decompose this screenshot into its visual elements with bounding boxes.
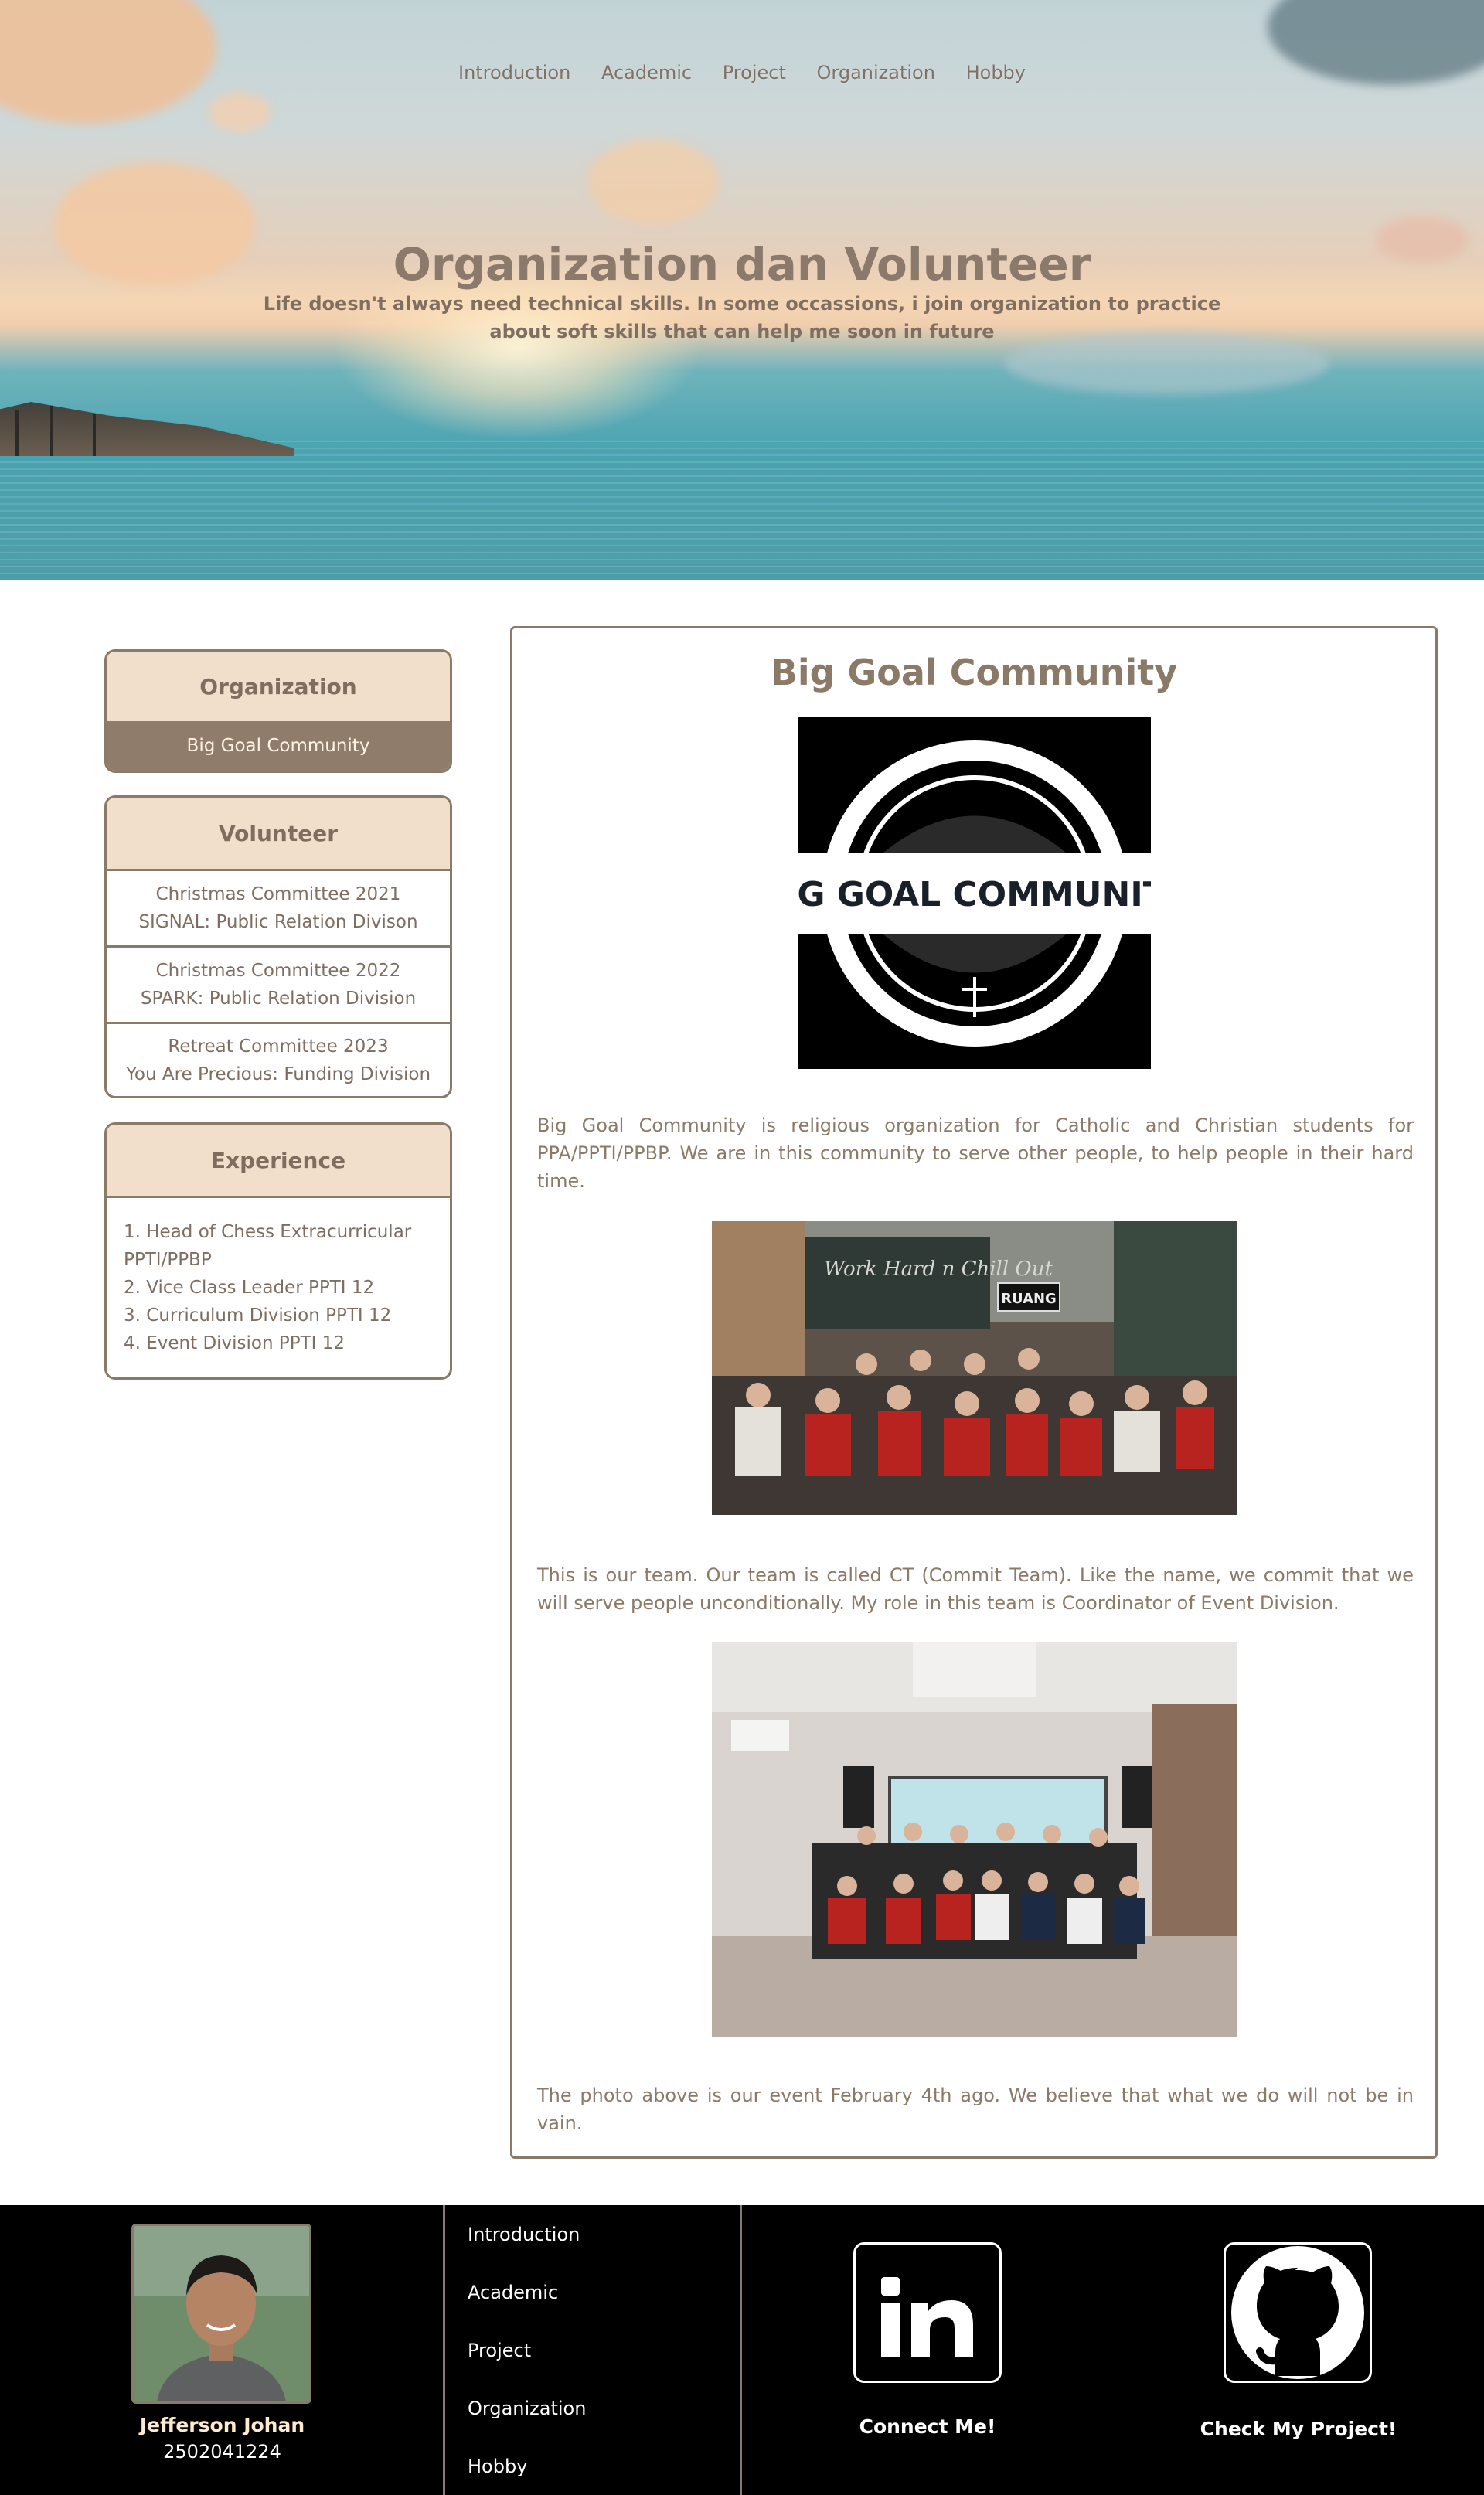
article-title: Big Goal Community	[770, 652, 1178, 693]
footer-name: Jefferson Johan	[139, 2414, 305, 2436]
divider	[443, 2205, 445, 2495]
logo-text: BIG GOAL COMMUNITY	[798, 875, 1151, 914]
volunteer-heading: Volunteer	[107, 798, 450, 869]
footer: Jefferson Johan 2502041224 Introduction …	[0, 2205, 1484, 2495]
github-icon	[1231, 2246, 1364, 2379]
item-division: SPARK: Public Relation Division	[140, 989, 417, 1009]
github-button[interactable]	[1224, 2242, 1372, 2383]
cloud	[587, 139, 719, 224]
island-shore	[0, 402, 294, 456]
footer-nav-organization[interactable]: Organization	[468, 2395, 586, 2452]
experience-list: 1. Head of Chess Extracurricular PPTI/PP…	[107, 1196, 450, 1377]
organization-card: Organization Big Goal Community	[104, 649, 452, 773]
page-subtitle: Life doesn't always need technical skill…	[263, 293, 1221, 342]
footer-student-id: 2502041224	[163, 2441, 281, 2463]
list-item: 2. Vice Class Leader PPTI 12	[124, 1278, 375, 1298]
footer-nav-academic[interactable]: Academic	[468, 2279, 586, 2337]
nav-organization[interactable]: Organization	[817, 62, 935, 83]
cloud	[209, 93, 271, 131]
paragraph-intro: Big Goal Community is religious organiza…	[537, 1115, 1414, 1192]
nav-academic[interactable]: Academic	[601, 62, 692, 83]
sidebar-item-retreat-2023[interactable]: Retreat Committee 2023 You Are Precious:…	[107, 1022, 450, 1096]
divider	[740, 2205, 742, 2495]
github-label[interactable]: Check My Project!	[1183, 2418, 1414, 2440]
item-title: Christmas Committee 2022	[155, 961, 401, 981]
footer-nav-introduction[interactable]: Introduction	[468, 2221, 586, 2279]
sign-text: Work Hard n Chill Out	[824, 1258, 1053, 1281]
top-nav: Introduction Academic Project Organizati…	[0, 62, 1484, 83]
item-division: You Are Precious: Funding Division	[125, 1064, 431, 1084]
team-photo: Work Hard n Chill Out RUANG	[712, 1221, 1237, 1515]
paragraph-event: The photo above is our event February 4t…	[537, 2085, 1414, 2134]
linkedin-button[interactable]	[853, 2242, 1002, 2383]
list-item: 4. Event Division PPTI 12	[124, 1333, 345, 1353]
paragraph-team: This is our team. Our team is called CT …	[537, 1564, 1414, 1614]
linkedin-icon	[881, 2277, 973, 2357]
footer-nav: Introduction Academic Project Organizati…	[468, 2221, 586, 2495]
avatar	[131, 2224, 311, 2404]
sidebar-item-christmas-2022[interactable]: Christmas Committee 2022 SPARK: Public R…	[107, 945, 450, 1022]
sidebar-item-big-goal-community[interactable]: Big Goal Community	[107, 721, 450, 771]
volunteer-card: Volunteer Christmas Committee 2021 SIGNA…	[104, 795, 452, 1098]
nav-project[interactable]: Project	[723, 62, 786, 83]
page-title: Organization dan Volunteer	[393, 238, 1091, 291]
item-division: SIGNAL: Public Relation Divison	[138, 912, 418, 932]
sea-waves	[0, 441, 1484, 580]
sidebar-item-christmas-2021[interactable]: Christmas Committee 2021 SIGNAL: Public …	[107, 869, 450, 945]
hero-banner: Introduction Academic Project Organizati…	[0, 0, 1484, 580]
list-item: 3. Curriculum Division PPTI 12	[124, 1305, 392, 1326]
event-photo	[712, 1642, 1237, 2037]
nav-introduction[interactable]: Introduction	[458, 62, 570, 83]
nav-hobby[interactable]: Hobby	[966, 62, 1026, 83]
article-panel: Big Goal Community BIG GOAL COMMUNITY Bi…	[510, 626, 1438, 2159]
item-title: Christmas Committee 2021	[155, 884, 401, 904]
list-item: 1. Head of Chess Extracurricular PPTI/PP…	[124, 1222, 412, 1270]
linkedin-label[interactable]: Connect Me!	[812, 2415, 1043, 2438]
item-title: Retreat Committee 2023	[168, 1036, 389, 1057]
banner-text: RUANG	[1001, 1291, 1057, 1307]
big-goal-community-logo: BIG GOAL COMMUNITY	[758, 717, 1192, 1069]
footer-nav-hobby[interactable]: Hobby	[468, 2452, 586, 2495]
experience-card: Experience 1. Head of Chess Extracurricu…	[104, 1122, 452, 1380]
experience-heading: Experience	[107, 1125, 450, 1196]
organization-heading: Organization	[107, 652, 450, 721]
footer-nav-project[interactable]: Project	[468, 2337, 586, 2395]
